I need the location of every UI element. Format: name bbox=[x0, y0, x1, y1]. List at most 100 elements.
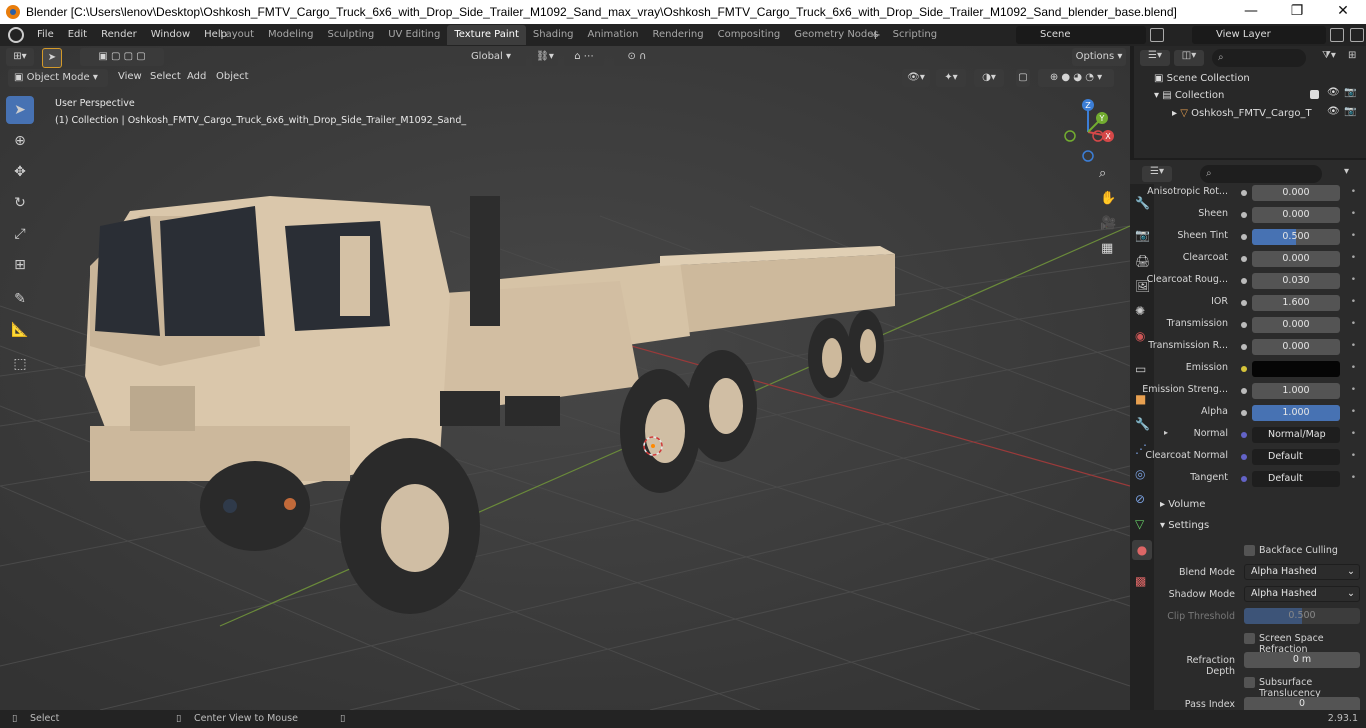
view-layer-selector[interactable]: View Layer bbox=[1192, 26, 1326, 44]
clip-threshold-field[interactable]: 0.500 bbox=[1244, 608, 1360, 624]
cursor-tool-icon[interactable]: ⊕ bbox=[6, 127, 34, 155]
render-tab-icon[interactable]: 📷 bbox=[1135, 228, 1150, 242]
keyframe-dot-icon[interactable]: • bbox=[1351, 319, 1356, 329]
transform-tool-icon[interactable]: ⊞ bbox=[6, 251, 34, 279]
measure-tool-icon[interactable]: 📐 bbox=[6, 316, 34, 344]
blend-mode-dropdown[interactable]: Alpha Hashed ⌄ bbox=[1244, 564, 1360, 580]
new-view-layer-icon[interactable] bbox=[1330, 28, 1344, 42]
outliner-collection[interactable]: ▾ ▤ Collection bbox=[1154, 90, 1224, 101]
property-field[interactable]: 0.030 bbox=[1252, 273, 1340, 289]
property-field[interactable]: 0.000 bbox=[1252, 185, 1340, 201]
object-visibility-icon[interactable]: 👁 bbox=[1327, 106, 1340, 117]
shadow-mode-dropdown[interactable]: Alpha Hashed ⌄ bbox=[1244, 586, 1360, 602]
options-dropdown[interactable]: Options ▾ bbox=[1072, 48, 1126, 66]
modifier-tab-icon[interactable]: 🔧 bbox=[1135, 417, 1150, 431]
menu-select[interactable]: Select bbox=[150, 71, 181, 82]
socket-dot-icon[interactable] bbox=[1241, 322, 1247, 328]
menu-add[interactable]: Add bbox=[187, 71, 206, 82]
proportional-editing-icon[interactable]: ⊙ ∩ bbox=[614, 48, 660, 66]
outliner-search-icon[interactable]: ⌕ bbox=[1212, 49, 1306, 67]
perspective-grid-icon[interactable]: ▦ bbox=[1101, 241, 1113, 256]
material-tab-icon[interactable]: ● bbox=[1132, 540, 1152, 560]
remove-view-layer-icon[interactable] bbox=[1350, 28, 1364, 42]
property-field[interactable]: 0.500 bbox=[1252, 229, 1340, 245]
close-button[interactable]: ✕ bbox=[1320, 0, 1366, 24]
collection-visibility-icon[interactable]: 👁 bbox=[1327, 87, 1340, 98]
menu-window[interactable]: Window bbox=[144, 24, 197, 46]
camera-icon[interactable]: 🎥 bbox=[1100, 216, 1116, 231]
socket-dot-icon[interactable] bbox=[1241, 476, 1247, 482]
keyframe-dot-icon[interactable]: • bbox=[1351, 429, 1356, 439]
snap-icon[interactable]: ⌂ ⋯ bbox=[564, 48, 604, 66]
outliner-editor-type-icon[interactable]: ☰▾ bbox=[1140, 50, 1170, 66]
collection-checkbox[interactable] bbox=[1310, 90, 1319, 99]
pass-index-field[interactable]: 0 bbox=[1244, 697, 1360, 710]
workspace-tab-compositing[interactable]: Compositing bbox=[711, 25, 788, 45]
socket-dot-icon[interactable] bbox=[1241, 190, 1247, 196]
move-tool-icon[interactable]: ✥ bbox=[6, 158, 34, 186]
workspace-tab-sculpting[interactable]: Sculpting bbox=[321, 25, 382, 45]
property-field[interactable]: 0.000 bbox=[1252, 317, 1340, 333]
workspace-tab-scripting[interactable]: Scripting bbox=[886, 25, 944, 45]
socket-dot-icon[interactable] bbox=[1241, 300, 1247, 306]
socket-dot-icon[interactable] bbox=[1241, 366, 1247, 372]
keyframe-dot-icon[interactable]: • bbox=[1351, 473, 1356, 483]
scene-selector[interactable]: Scene bbox=[1016, 26, 1146, 44]
property-field[interactable]: 1.000 bbox=[1252, 383, 1340, 399]
keyframe-dot-icon[interactable]: • bbox=[1351, 187, 1356, 197]
property-field[interactable]: 1.000 bbox=[1252, 405, 1340, 421]
menu-edit[interactable]: Edit bbox=[61, 24, 94, 46]
new-collection-icon[interactable]: ⊞ bbox=[1348, 50, 1356, 61]
workspace-tab-uv-editing[interactable]: UV Editing bbox=[381, 25, 447, 45]
outliner-object[interactable]: ▸ ▽ Oshkosh_FMTV_Cargo_T bbox=[1172, 108, 1312, 119]
property-field[interactable]: Normal/Map bbox=[1252, 427, 1340, 443]
property-field[interactable]: 0.000 bbox=[1252, 251, 1340, 267]
object-render-icon[interactable]: 📷 bbox=[1344, 106, 1356, 117]
expand-arrow-icon[interactable]: ▸ bbox=[1164, 428, 1168, 437]
socket-dot-icon[interactable] bbox=[1241, 454, 1247, 460]
keyframe-dot-icon[interactable]: • bbox=[1351, 407, 1356, 417]
socket-dot-icon[interactable] bbox=[1241, 432, 1247, 438]
socket-dot-icon[interactable] bbox=[1241, 212, 1247, 218]
maximize-button[interactable]: ❐ bbox=[1274, 0, 1320, 24]
keyframe-dot-icon[interactable]: • bbox=[1351, 297, 1356, 307]
mode-dropdown[interactable]: ▣ Object Mode ▾ bbox=[8, 69, 108, 87]
overlay-toggle-icon[interactable]: ◑▾ bbox=[974, 69, 1004, 87]
properties-options-icon[interactable]: ▾ bbox=[1344, 166, 1349, 177]
select-tool-icon[interactable]: ➤ bbox=[42, 48, 62, 68]
select-box-tool-icon[interactable]: ➤ bbox=[6, 96, 34, 124]
property-field[interactable]: 0.000 bbox=[1252, 207, 1340, 223]
data-tab-icon[interactable]: ▽ bbox=[1135, 517, 1144, 531]
workspace-tab-animation[interactable]: Animation bbox=[581, 25, 646, 45]
keyframe-dot-icon[interactable]: • bbox=[1351, 385, 1356, 395]
workspace-tab-shading[interactable]: Shading bbox=[526, 25, 581, 45]
workspace-tab-rendering[interactable]: Rendering bbox=[646, 25, 711, 45]
refraction-depth-field[interactable]: 0 m bbox=[1244, 652, 1360, 668]
menu-object[interactable]: Object bbox=[216, 71, 249, 82]
socket-dot-icon[interactable] bbox=[1241, 388, 1247, 394]
socket-dot-icon[interactable] bbox=[1241, 256, 1247, 262]
add-cube-tool-icon[interactable]: ⬚ bbox=[6, 350, 34, 378]
pan-hand-icon[interactable]: ✋ bbox=[1100, 191, 1116, 206]
property-field[interactable]: Default bbox=[1252, 449, 1340, 465]
shading-mode-icons[interactable]: ⊕ ● ◕ ◔ ▾ bbox=[1038, 69, 1114, 87]
editor-type-icon[interactable]: ⊞▾ bbox=[6, 48, 34, 66]
keyframe-dot-icon[interactable]: • bbox=[1351, 451, 1356, 461]
socket-dot-icon[interactable] bbox=[1241, 344, 1247, 350]
collection-render-icon[interactable]: 📷 bbox=[1344, 87, 1356, 98]
workspace-tab-texture-paint[interactable]: Texture Paint bbox=[447, 25, 526, 45]
collection-tab-icon[interactable]: ▭ bbox=[1135, 362, 1146, 376]
visibility-icon[interactable]: 👁▾ bbox=[902, 69, 930, 87]
new-scene-icon[interactable] bbox=[1150, 28, 1164, 42]
tool-tab-icon[interactable]: 🔧 bbox=[1135, 196, 1150, 210]
socket-dot-icon[interactable] bbox=[1241, 234, 1247, 240]
keyframe-dot-icon[interactable]: • bbox=[1351, 275, 1356, 285]
minimize-button[interactable]: — bbox=[1228, 0, 1274, 24]
screen-space-refraction-checkbox[interactable] bbox=[1244, 633, 1255, 644]
output-tab-icon[interactable]: 🖨 bbox=[1135, 254, 1150, 268]
3d-viewport[interactable]: Z X Y ⌕ ✋ 🎥 ▦ User Perspective (1) Colle… bbox=[0, 46, 1130, 710]
settings-section[interactable]: ▾ Settings bbox=[1160, 520, 1209, 531]
socket-dot-icon[interactable] bbox=[1241, 410, 1247, 416]
zoom-icon[interactable]: ⌕ bbox=[1099, 166, 1106, 181]
xray-icon[interactable]: ▢ bbox=[1016, 69, 1030, 87]
